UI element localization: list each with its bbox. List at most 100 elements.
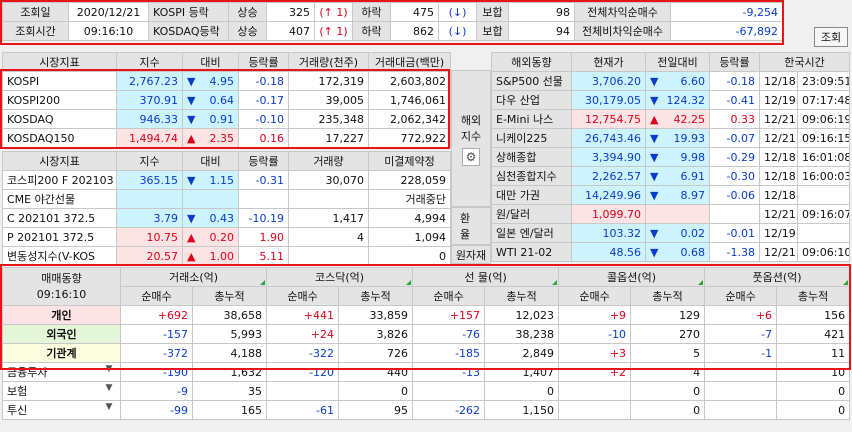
futures-name: 변동성지수(V-KOS [2, 246, 117, 266]
trend-total-cell: 1,632 [191, 362, 268, 382]
trend-net-cell [704, 362, 778, 382]
world-name: 니케이225 [491, 128, 572, 148]
world-row[interactable]: 일본 엔/달러 103.32 ▼ 0.02 -0.01 12/19 [491, 223, 851, 243]
world-row[interactable]: 대만 가권 14,249.96 ▼ 8.97 -0.06 12/18 [491, 185, 851, 205]
futures-row[interactable]: 변동성지수(V-KOS 20.57 ▲ 1.00 5.11 0 [2, 246, 451, 266]
trend-main-row[interactable]: 개인 +692 38,658 +441 33,859 +157 12,023 +9 129 +6 1… [2, 305, 851, 325]
down-arrow-icon: ▼ [650, 93, 659, 107]
trend-total-cell: 5,993 [191, 324, 268, 344]
world-row[interactable]: S&P500 선물 3,706.20 ▼ 6.60 -0.18 12/18 23:09:51 [491, 71, 851, 91]
futures-table: 시장지표 지수 대비 등락률 거래량 미결제약정 코스피200 F 202103… [2, 151, 451, 266]
index-value: 946.33 [116, 109, 183, 129]
futures-row[interactable]: CME 야간선물 거래중단 [2, 189, 451, 209]
kosdaq-rise: 407 [266, 21, 315, 41]
chevron-down-icon[interactable]: ▼ [102, 402, 116, 412]
world-time: 23:09:51 [796, 71, 851, 91]
world-price: 103.32 [571, 223, 646, 243]
trend-total-cell: 95 [338, 400, 414, 420]
fx-rate-button[interactable]: 환 율 [451, 207, 491, 245]
trend-sub-name[interactable]: 보험 ▼ [2, 381, 121, 401]
index-header-volume: 거래량(천주) [288, 52, 369, 72]
world-row[interactable]: 상해종합 3,394.90 ▼ 9.98 -0.29 12/18 16:01:08 [491, 147, 851, 167]
trend-main-row[interactable]: 기관계 -372 4,188 -322 726 -185 2,849 +3 5 -1 11 [2, 343, 851, 363]
trend-group-kosdaq[interactable]: 코스닥(억) [266, 267, 414, 287]
kospi-label: KOSPI 등락 [148, 2, 229, 22]
world-name: 다우 산업 [491, 90, 572, 110]
world-rate: -0.29 [709, 147, 760, 167]
date-field[interactable]: 2020/12/21 [68, 2, 149, 22]
trend-total-cell: 38,238 [484, 324, 560, 344]
trend-sub-name[interactable]: 투신 ▼ [2, 400, 121, 420]
world-row[interactable]: 다우 산업 30,179.05 ▼ 124.32 -0.41 12/19 07:17:48 [491, 90, 851, 110]
world-date: 12/18 [759, 147, 798, 167]
down-arrow-icon: ▼ [650, 169, 659, 183]
world-row[interactable]: 원/달러 1,099.70 12/21 09:16:07 [491, 204, 851, 224]
world-row[interactable]: 니케이225 26,743.46 ▼ 19.93 -0.07 12/21 09:16:15 [491, 128, 851, 148]
index-header-amount: 거래대금(백만) [368, 52, 451, 72]
trend-net-cell [704, 400, 778, 420]
time-field[interactable]: 09:16:10 [68, 21, 149, 41]
futures-oi: 1,094 [368, 227, 451, 247]
futures-name: CME 야간선물 [2, 189, 117, 209]
down-arrow-icon: ▼ [187, 173, 196, 187]
query-button[interactable]: 조회 [814, 27, 848, 47]
index-row[interactable]: KOSDAQ 946.33 ▼ 0.91 -0.10 235,348 2,062,342 [2, 109, 451, 129]
trend-total-cell: 1,407 [484, 362, 560, 382]
gear-icon[interactable]: ⚙ [462, 147, 480, 166]
down-arrow-icon: ▼ [187, 211, 196, 225]
futures-row[interactable]: 코스피200 F 202103 365.15 ▼ 1.15 -0.31 30,070 228… [2, 170, 451, 190]
futures-header-volume: 거래량 [288, 151, 369, 171]
world-price: 2,262.57 [571, 166, 646, 186]
trend-group-call[interactable]: 콜옵션(억) [558, 267, 706, 287]
trend-net-cell: +3 [558, 343, 632, 363]
index-header-market: 시장지표 [2, 52, 117, 72]
chevron-down-icon[interactable]: ▼ [102, 364, 116, 374]
trend-main-row[interactable]: 외국인 -157 5,993 +24 3,826 -76 38,238 -10 270 -7 421 [2, 324, 851, 344]
commodity-button[interactable]: 원자재 [451, 245, 491, 264]
index-name: KOSPI [2, 71, 117, 91]
futures-header-value: 지수 [116, 151, 183, 171]
trend-total-cell: 0 [630, 400, 706, 420]
index-change: ▼ 0.91 [182, 109, 239, 129]
trend-net-cell: +157 [412, 305, 486, 325]
chevron-down-icon[interactable]: ▼ [102, 383, 116, 393]
trend-table: 매매동향 09:16:10 거래소(억) 코스닥(억) 선 물(억) 콜옵션(억… [2, 267, 851, 420]
world-rate: -0.06 [709, 185, 760, 205]
world-change: ▼ 19.93 [645, 128, 710, 148]
world-row[interactable]: 심천종합지수 2,262.57 ▼ 6.91 -0.30 12/18 16:00:03 [491, 166, 851, 186]
fx-label-1: 환 [459, 212, 483, 225]
kosdaq-flat: 94 [508, 21, 575, 41]
futures-header-market: 시장지표 [2, 151, 117, 171]
world-date: 12/21 [759, 109, 798, 129]
trend-net-cell: -9 [120, 381, 193, 401]
futures-volume: 1,417 [288, 208, 369, 228]
trend-net-cell: -7 [704, 324, 778, 344]
futures-name: 코스피200 F 202103 [2, 170, 117, 190]
trend-title-cell: 매매동향 09:16:10 [2, 267, 121, 306]
futures-oi: 228,059 [368, 170, 451, 190]
kospi-fall-label: 하락 [352, 2, 391, 22]
world-header-time: 한국시간 [758, 52, 851, 72]
trend-group-futures[interactable]: 선 물(억) [412, 267, 560, 287]
index-row[interactable]: KOSPI200 370.91 ▼ 0.64 -0.17 39,005 1,746,061 [2, 90, 451, 110]
trend-sub-row[interactable]: 투신 ▼ -99 165 -61 95 -262 1,150 0 0 [2, 400, 851, 420]
trend-sub-row[interactable]: 보험 ▼ -9 35 0 0 0 0 [2, 381, 851, 401]
overseas-index-button[interactable]: 해외 지수 ⚙ [451, 70, 491, 207]
world-row[interactable]: E-Mini 나스 12,754.75 ▲ 42.25 0.33 12/21 09:06:1… [491, 109, 851, 129]
trend-group-put[interactable]: 풋옵션(억) [704, 267, 851, 287]
trend-net-cell [558, 381, 632, 401]
world-date: 12/19 [759, 90, 798, 110]
trend-group-exchange[interactable]: 거래소(억) [119, 267, 268, 287]
trend-net-cell: -13 [412, 362, 486, 382]
trend-sub-row[interactable]: 금융투자 ▼ -190 1,632 -120 440 -13 1,407 +2 4 10 [2, 362, 851, 382]
futures-row[interactable]: C 202101 372.5 3.79 ▼ 0.43 -10.19 1,417 4,994 [2, 208, 451, 228]
trend-net-cell: -61 [266, 400, 340, 420]
trend-sub-name[interactable]: 금융투자 ▼ [2, 362, 121, 382]
index-row[interactable]: KOSPI 2,767.23 ▼ 4.95 -0.18 172,319 2,603,802 [2, 71, 451, 91]
index-row[interactable]: KOSDAQ150 1,494.74 ▲ 2.35 0.16 17,227 772,922 [2, 128, 451, 148]
futures-name: P 202101 372.5 [2, 227, 117, 247]
trend-net-cell: -190 [120, 362, 193, 382]
index-header-value: 지수 [116, 52, 183, 72]
futures-row[interactable]: P 202101 372.5 10.75 ▲ 0.20 1.90 4 1,094 [2, 227, 451, 247]
world-row[interactable]: WTI 21-02 48.56 ▼ 0.68 -1.38 12/21 09:06:10 [491, 242, 851, 262]
